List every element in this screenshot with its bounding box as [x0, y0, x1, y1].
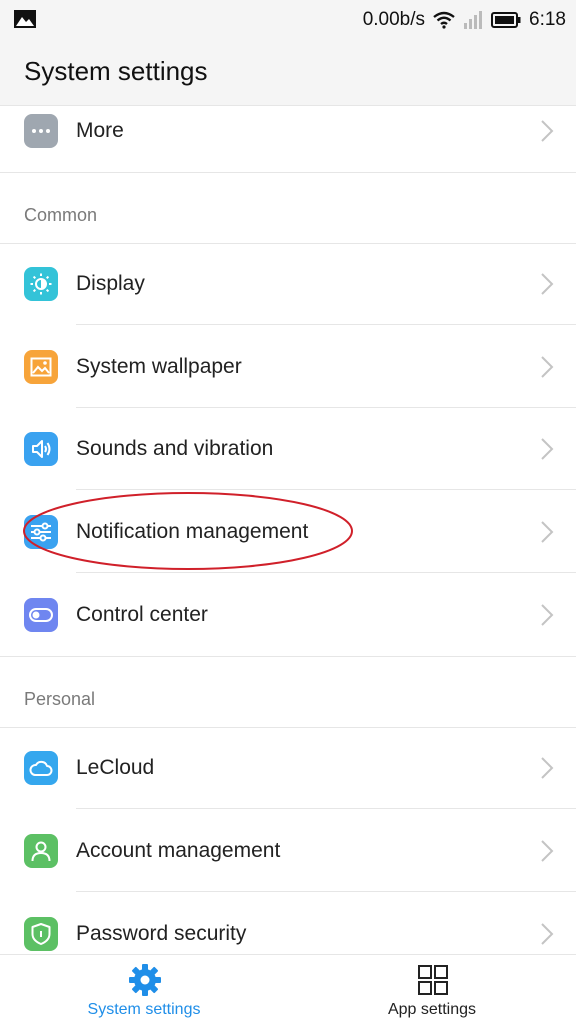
- battery-icon: [491, 12, 521, 28]
- settings-item-display[interactable]: Display: [0, 243, 576, 325]
- divider: [76, 572, 576, 573]
- chevron-right-icon: [541, 604, 554, 626]
- settings-item-sounds[interactable]: Sounds and vibration: [0, 408, 576, 490]
- settings-item-control-center[interactable]: Control center: [0, 574, 576, 656]
- bottom-nav: System settings App settings: [0, 954, 576, 1024]
- settings-item-label: System wallpaper: [76, 355, 242, 378]
- chevron-right-icon: [541, 840, 554, 862]
- brightness-icon: [24, 267, 58, 301]
- chevron-right-icon: [541, 356, 554, 378]
- section-header-common: Common: [24, 205, 98, 225]
- tab-label: App settings: [387, 1001, 477, 1018]
- settings-item-notification[interactable]: Notification management: [0, 491, 576, 573]
- status-bar: 0.00b/s 6:18: [0, 0, 576, 40]
- gear-icon: [129, 964, 161, 996]
- clock: 6:18: [529, 9, 566, 30]
- settings-item-label: Control center: [76, 603, 208, 626]
- chevron-right-icon: [541, 438, 554, 460]
- divider: [76, 489, 576, 490]
- settings-item-account[interactable]: Account management: [0, 810, 576, 892]
- image-icon: [24, 350, 58, 384]
- shield-icon: [24, 917, 58, 951]
- settings-item-wallpaper[interactable]: System wallpaper: [0, 326, 576, 408]
- toggle-icon: [24, 598, 58, 632]
- settings-item-label: Password security: [76, 922, 247, 945]
- signal-icon: [464, 11, 483, 29]
- settings-item-label: Display: [76, 272, 145, 295]
- person-icon: [24, 834, 58, 868]
- image-icon: [14, 10, 36, 28]
- settings-item-lecloud[interactable]: LeCloud: [0, 727, 576, 809]
- grid-icon: [418, 965, 448, 995]
- chevron-right-icon: [541, 757, 554, 779]
- speaker-icon: [24, 432, 58, 466]
- divider: [0, 172, 576, 173]
- section-header-personal: Personal: [24, 689, 96, 709]
- page-title: System settings: [24, 56, 208, 86]
- settings-item-label: LeCloud: [76, 756, 155, 779]
- app-header: System settings: [0, 40, 576, 106]
- chevron-right-icon: [541, 923, 554, 945]
- cloud-icon: [24, 751, 58, 785]
- chevron-right-icon: [541, 273, 554, 295]
- settings-item-label: Sounds and vibration: [76, 437, 274, 460]
- more-icon: [24, 114, 58, 148]
- divider: [76, 808, 576, 809]
- divider: [76, 891, 576, 892]
- divider: [0, 656, 576, 657]
- chevron-right-icon: [541, 521, 554, 543]
- settings-item-label: More: [76, 119, 124, 142]
- settings-list[interactable]: More Common Display System wallpaper Sou…: [0, 106, 576, 954]
- sliders-icon: [24, 515, 58, 549]
- tab-label: System settings: [87, 1001, 201, 1018]
- settings-item-password[interactable]: Password security: [0, 893, 576, 954]
- divider: [76, 324, 576, 325]
- tab-system-settings[interactable]: System settings: [0, 955, 288, 1024]
- tab-app-settings[interactable]: App settings: [288, 955, 576, 1024]
- settings-item-more[interactable]: More: [0, 106, 576, 172]
- settings-item-label: Notification management: [76, 520, 309, 543]
- chevron-right-icon: [541, 120, 554, 142]
- wifi-icon: [433, 11, 455, 29]
- settings-item-label: Account management: [76, 839, 281, 862]
- network-speed: 0.00b/s: [362, 9, 426, 30]
